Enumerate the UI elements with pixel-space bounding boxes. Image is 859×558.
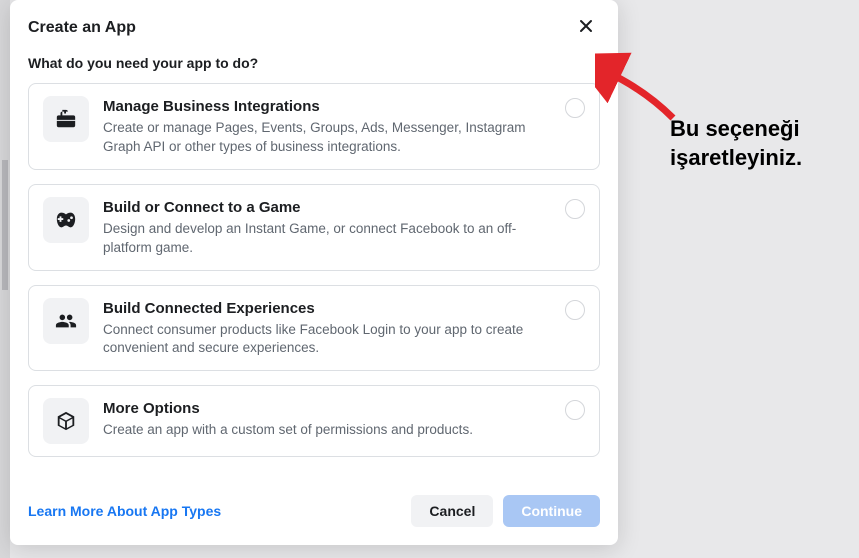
close-icon — [578, 18, 594, 38]
option-body: More Options Create an app with a custom… — [103, 398, 551, 440]
annotation-text: Bu seçeneği işaretleyiniz. — [670, 115, 850, 172]
modal-header: Create an App — [10, 0, 618, 51]
option-title: Build Connected Experiences — [103, 300, 551, 317]
cube-icon — [43, 398, 89, 444]
option-desc: Create or manage Pages, Events, Groups, … — [103, 119, 551, 157]
option-body: Manage Business Integrations Create or m… — [103, 96, 551, 157]
radio-indicator[interactable] — [565, 199, 585, 219]
option-connected-experiences[interactable]: Build Connected Experiences Connect cons… — [28, 285, 600, 372]
modal-title: Create an App — [28, 19, 136, 37]
radio-indicator[interactable] — [565, 300, 585, 320]
users-icon — [43, 298, 89, 344]
footer-buttons: Cancel Continue — [411, 495, 600, 527]
options-list: Manage Business Integrations Create or m… — [10, 83, 618, 457]
backdrop-shadow-box — [2, 160, 8, 290]
option-title: Manage Business Integrations — [103, 98, 551, 115]
option-more-options[interactable]: More Options Create an app with a custom… — [28, 385, 600, 457]
cancel-button[interactable]: Cancel — [411, 495, 493, 527]
modal-footer: Learn More About App Types Cancel Contin… — [10, 481, 618, 545]
option-build-game[interactable]: Build or Connect to a Game Design and de… — [28, 184, 600, 271]
learn-more-link[interactable]: Learn More About App Types — [28, 503, 221, 519]
create-app-modal: Create an App What do you need your app … — [10, 0, 618, 545]
option-manage-business[interactable]: Manage Business Integrations Create or m… — [28, 83, 600, 170]
option-desc: Design and develop an Instant Game, or c… — [103, 220, 551, 258]
option-title: More Options — [103, 400, 551, 417]
radio-indicator[interactable] — [565, 98, 585, 118]
continue-button[interactable]: Continue — [503, 495, 600, 527]
close-button[interactable] — [572, 14, 600, 41]
radio-indicator[interactable] — [565, 400, 585, 420]
briefcase-icon — [43, 96, 89, 142]
option-body: Build or Connect to a Game Design and de… — [103, 197, 551, 258]
game-controller-icon — [43, 197, 89, 243]
option-desc: Create an app with a custom set of permi… — [103, 421, 551, 440]
option-body: Build Connected Experiences Connect cons… — [103, 298, 551, 359]
modal-subtitle: What do you need your app to do? — [10, 51, 618, 83]
option-desc: Connect consumer products like Facebook … — [103, 321, 551, 359]
option-title: Build or Connect to a Game — [103, 199, 551, 216]
